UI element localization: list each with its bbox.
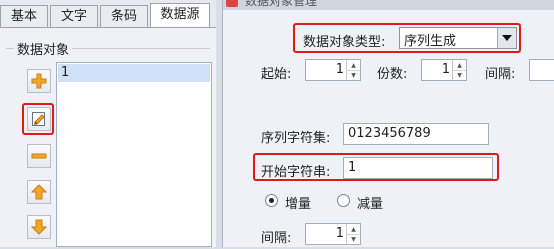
increment-label: 增量 [285,197,312,212]
increment-radio[interactable] [265,194,278,207]
edit-button-highlight [22,103,54,135]
spinner-arrows[interactable]: ▲ ▼ [452,60,466,80]
spinner-down-icon[interactable]: ▼ [347,70,360,80]
decrement-radio[interactable] [337,194,350,207]
data-object-list[interactable]: 1 [56,62,212,247]
start-string-highlight [253,153,499,181]
add-button[interactable] [27,69,51,93]
spinner-down-icon[interactable]: ▼ [453,70,466,80]
tab-text[interactable]: 文字 [50,5,98,27]
charset-field[interactable]: 0123456789 [343,123,489,145]
remove-icon [31,153,47,159]
tab-bar: 基本 文字 条码 数据源 [0,0,216,28]
move-up-button[interactable] [27,180,51,204]
step-value: 1 [335,226,344,241]
left-panel: 基本 文字 条码 数据源 数据对象 1 [0,0,216,247]
type-row-highlight [293,23,521,53]
tab-data-source[interactable]: 数据源 [150,3,210,28]
count-spinner[interactable]: 1 ▲ ▼ [421,59,467,81]
step-label: 间隔: [261,231,292,246]
interval-label: 间隔: [485,67,516,82]
tab-divider [0,27,216,28]
start-value: 1 [335,62,344,77]
move-down-button[interactable] [27,215,51,239]
start-label: 起始: [261,67,292,82]
dialog-titlebar: 数据对象管理 [223,0,554,10]
start-spinner[interactable]: 1 ▲ ▼ [305,59,361,81]
spinner-down-icon[interactable]: ▼ [347,234,360,244]
add-icon [31,73,47,89]
data-object-dialog: 数据对象管理 数据对象类型: 序列生成 起始: 1 ▲ ▼ 份数: 1 ▲ ▼ … [222,0,554,247]
group-title: 数据对象 [14,39,73,58]
interval-spinner[interactable] [529,59,554,81]
spinner-arrows[interactable]: ▲ ▼ [346,60,360,80]
remove-button[interactable] [27,144,51,168]
list-item[interactable]: 1 [58,64,210,82]
move-up-icon [31,184,47,200]
count-value: 1 [441,62,450,77]
charset-label: 序列字符集: [261,131,331,146]
tab-basic[interactable]: 基本 [0,5,48,27]
tab-barcode[interactable]: 条码 [100,5,148,27]
count-label: 份数: [377,67,408,82]
dialog-title: 数据对象管理 [245,0,318,8]
spinner-arrows[interactable]: ▲ ▼ [346,224,360,244]
decrement-label: 减量 [357,197,384,212]
move-down-icon [31,219,47,235]
app-icon [226,0,238,7]
step-spinner[interactable]: 1 ▲ ▼ [305,223,361,245]
